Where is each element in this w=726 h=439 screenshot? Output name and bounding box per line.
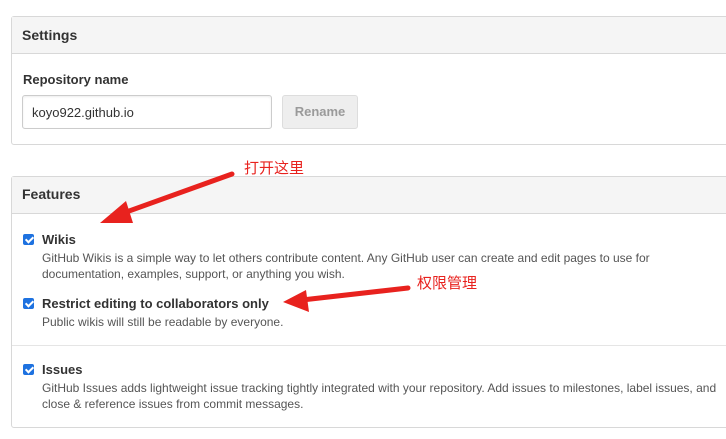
- restrict-editing-title[interactable]: Restrict editing to collaborators only: [42, 296, 269, 311]
- repository-name-input[interactable]: [22, 95, 272, 129]
- issues-description-line: GitHub Issues adds lightweight issue tra…: [42, 381, 717, 395]
- feature-divider: [12, 345, 726, 346]
- issues-checkbox[interactable]: [23, 364, 34, 375]
- features-panel: Features Wikis GitHub Wikis is a simple …: [11, 176, 726, 428]
- restrict-editing-description-line: Public wikis will still be readable by e…: [42, 315, 284, 329]
- settings-panel: Settings Repository name Rename: [11, 16, 726, 145]
- issues-title[interactable]: Issues: [42, 362, 82, 377]
- repository-name-label: Repository name: [23, 72, 129, 87]
- rename-button[interactable]: Rename: [282, 95, 358, 129]
- settings-header: Settings: [12, 17, 726, 54]
- restrict-editing-description: Public wikis will still be readable by e…: [42, 314, 726, 330]
- wikis-description: GitHub Wikis is a simple way to let othe…: [42, 250, 726, 282]
- features-header: Features: [12, 177, 726, 214]
- wikis-description-line: documentation, examples, support, or any…: [42, 267, 345, 281]
- wikis-checkbox[interactable]: [23, 234, 34, 245]
- wikis-description-line: GitHub Wikis is a simple way to let othe…: [42, 251, 650, 265]
- issues-description: GitHub Issues adds lightweight issue tra…: [42, 380, 726, 412]
- annotation-open-here: 打开这里: [244, 159, 305, 177]
- annotation-permissions: 权限管理: [417, 274, 478, 292]
- wikis-title[interactable]: Wikis: [42, 232, 76, 247]
- restrict-editing-checkbox[interactable]: [23, 298, 34, 309]
- issues-description-line: close & reference issues from commit mes…: [42, 397, 304, 411]
